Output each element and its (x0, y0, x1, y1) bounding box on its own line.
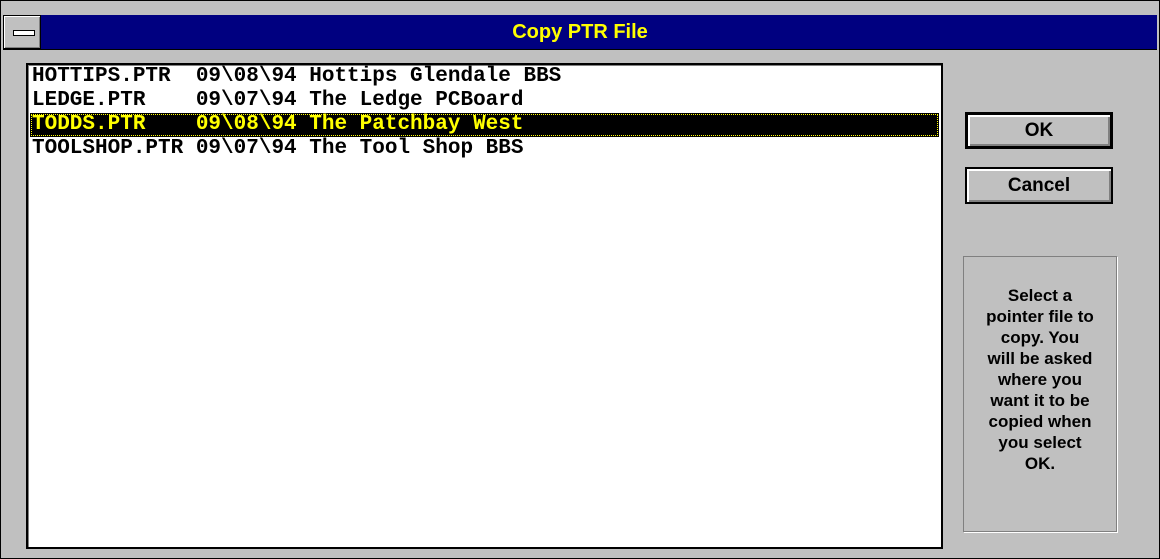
help-panel: Select a pointer file to copy. You will … (963, 256, 1117, 532)
window-title: Copy PTR File (512, 21, 648, 43)
ptr-file-list[interactable]: HOTTIPS.PTR 09\08\94 Hottips Glendale BB… (26, 63, 943, 549)
list-item[interactable]: LEDGE.PTR 09\07\94 The Ledge PCBoard (30, 89, 939, 113)
list-item[interactable]: TOOLSHOP.PTR 09\07\94 The Tool Shop BBS (30, 137, 939, 161)
ok-button[interactable]: OK (965, 112, 1113, 149)
list-item-selected[interactable]: TODDS.PTR 09\08\94 The Patchbay West (30, 113, 939, 137)
help-text: Select a pointer file to copy. You will … (986, 286, 1094, 473)
cancel-button[interactable]: Cancel (965, 167, 1113, 204)
list-item[interactable]: HOTTIPS.PTR 09\08\94 Hottips Glendale BB… (30, 65, 939, 89)
title-bar[interactable]: Copy PTR File (3, 15, 1157, 50)
copy-ptr-dialog: Copy PTR File HOTTIPS.PTR 09\08\94 Hotti… (0, 0, 1160, 559)
